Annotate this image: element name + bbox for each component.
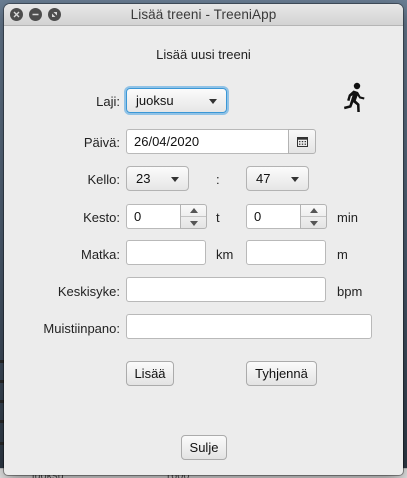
increment-button[interactable] — [301, 205, 326, 217]
date-label: Päivä: — [83, 135, 120, 150]
sport-label: Laji: — [96, 94, 120, 109]
duration-hours-input[interactable]: 0 — [126, 204, 181, 229]
duration-hours-stepper[interactable] — [180, 204, 207, 229]
decrement-button[interactable] — [181, 217, 206, 229]
chevron-down-icon — [189, 220, 198, 226]
duration-minutes-stepper[interactable] — [300, 204, 327, 229]
duration-minutes-input[interactable]: 0 — [246, 204, 301, 229]
minute-select-value: 47 — [256, 171, 271, 186]
distance-label: Matka: — [80, 247, 120, 262]
time-label: Kello: — [87, 172, 120, 187]
distance-km-input[interactable] — [126, 240, 206, 265]
sport-select[interactable]: juoksu — [126, 88, 227, 113]
date-picker-button[interactable] — [288, 129, 316, 154]
heart-rate-unit: bpm — [337, 284, 363, 299]
date-input[interactable]: 26/04/2020 — [126, 129, 289, 154]
duration-minutes-unit: min — [337, 210, 358, 225]
title-bar[interactable]: Lisää treeni - TreeniApp — [4, 4, 403, 26]
notes-input[interactable] — [126, 314, 372, 339]
calendar-icon — [296, 136, 308, 147]
notes-label: Muistiinpano: — [43, 321, 120, 336]
minute-select[interactable]: 47 — [246, 166, 309, 191]
chevron-down-icon — [209, 99, 217, 104]
form-content: Lisää uusi treeni Laji: juoksu Päivä: 26… — [4, 26, 403, 475]
chevron-down-icon — [171, 177, 179, 182]
page-title: Lisää uusi treeni — [156, 47, 251, 62]
distance-km-unit: km — [216, 247, 234, 262]
heart-rate-label: Keskisyke: — [57, 284, 120, 299]
chevron-down-icon — [309, 220, 318, 226]
sport-select-value: juoksu — [136, 93, 174, 108]
hour-select[interactable]: 23 — [126, 166, 189, 191]
clear-button[interactable]: Tyhjennä — [246, 361, 317, 386]
chevron-up-icon — [189, 208, 198, 213]
time-separator: : — [216, 172, 220, 187]
distance-m-unit: m — [337, 247, 348, 262]
close-button[interactable]: Sulje — [181, 435, 227, 460]
distance-m-input[interactable] — [246, 240, 326, 265]
running-person-icon — [344, 82, 365, 112]
decrement-button[interactable] — [301, 217, 326, 229]
chevron-up-icon — [309, 208, 318, 213]
add-button[interactable]: Lisää — [126, 361, 174, 386]
dialog-window: Lisää treeni - TreeniApp Lisää uusi tree… — [4, 4, 403, 475]
increment-button[interactable] — [181, 205, 206, 217]
duration-label: Kesto: — [83, 210, 120, 225]
window-title: Lisää treeni - TreeniApp — [130, 7, 277, 22]
hour-select-value: 23 — [136, 171, 151, 186]
duration-hours-unit: t — [216, 210, 220, 225]
chevron-down-icon — [291, 177, 299, 182]
heart-rate-input[interactable] — [126, 277, 326, 302]
